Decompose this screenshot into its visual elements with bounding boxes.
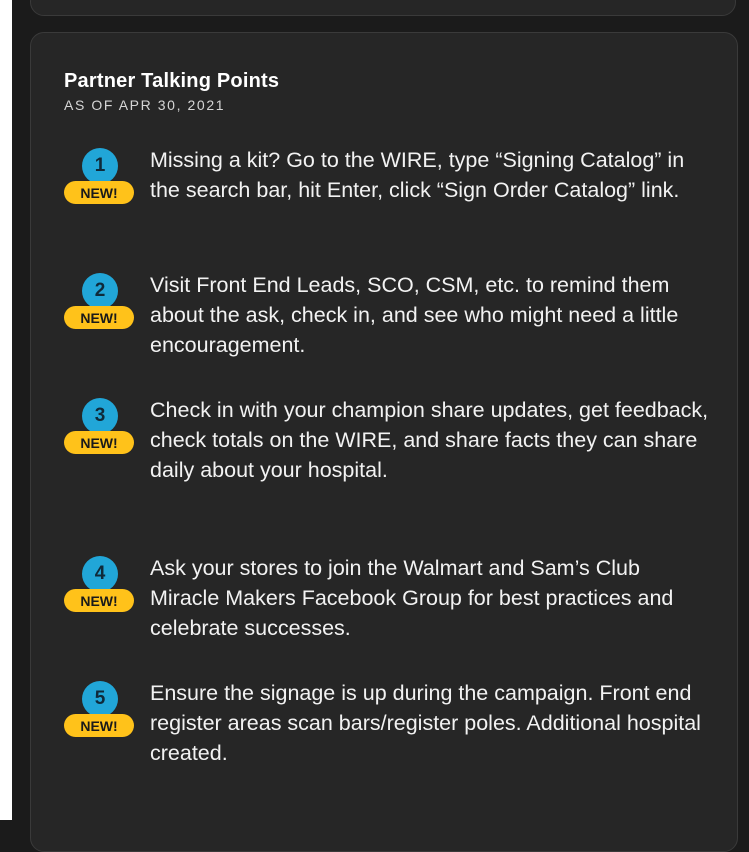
panel-title: Partner Talking Points <box>64 70 280 92</box>
previous-card <box>30 0 736 16</box>
new-badge: NEW! <box>64 431 134 454</box>
panel-date: AS OF APR 30, 2021 <box>64 97 226 113</box>
number-badge: 2 <box>82 273 118 309</box>
partner-talking-points-panel: Partner Talking Points AS OF APR 30, 202… <box>30 32 738 852</box>
talking-point-text: Missing a kit? Go to the WIRE, type “Sig… <box>150 148 685 202</box>
new-badge: NEW! <box>64 181 134 204</box>
talking-point-text: Ensure the signage is up during the camp… <box>150 681 701 765</box>
new-badge: NEW! <box>64 589 134 612</box>
talking-point-text: Check in with your champion share update… <box>150 398 709 482</box>
talking-point-text: Ask your stores to join the Walmart and … <box>150 556 674 640</box>
page-left-edge <box>0 0 12 820</box>
number-badge: 1 <box>82 148 118 184</box>
number-badge: 5 <box>82 681 118 717</box>
number-badge: 3 <box>82 398 118 434</box>
new-badge: NEW! <box>64 714 134 737</box>
panel-header: Partner Talking Points AS OF APR 30, 202… <box>64 69 279 114</box>
number-badge: 4 <box>82 556 118 592</box>
new-badge: NEW! <box>64 306 134 329</box>
talking-point-text: Visit Front End Leads, SCO, CSM, etc. to… <box>150 273 679 357</box>
